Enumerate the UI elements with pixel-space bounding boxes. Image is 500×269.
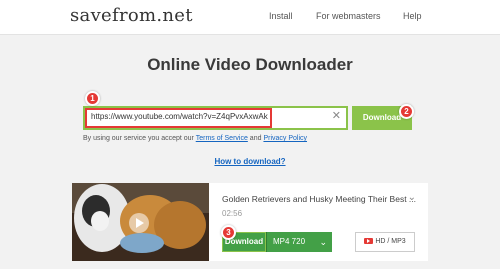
video-title: Golden Retrievers and Husky Meeting Thei… [222,194,417,204]
chevron-down-icon: ⌄ [319,237,327,247]
how-to-download-link[interactable]: How to download? [0,157,500,166]
step-badge-1: 1 [85,91,100,106]
format-value: MP4 720 [273,237,306,246]
terms-prefix: By using our service you accept our [83,135,194,142]
step-badge-3: 3 [221,225,236,240]
hd-mp3-label: HD / MP3 [375,238,406,245]
url-input-container[interactable]: https://www.youtube.com/watch?v=Z4qPvxAx… [83,106,348,130]
video-duration: 02:56 [222,209,243,218]
clear-icon[interactable]: ✕ [332,111,341,122]
nav-help[interactable]: Help [403,11,422,21]
terms-text: By using our service you accept our Term… [83,135,307,142]
chevron-down-icon[interactable]: ⌄ [408,192,416,203]
step-badge-2: 2 [399,104,414,119]
nav-install[interactable]: Install [269,11,293,21]
url-input[interactable]: https://www.youtube.com/watch?v=Z4qPvxAx… [91,112,268,121]
result-card: Golden Retrievers and Husky Meeting Thei… [72,183,428,261]
header: savefrom.net Install For webmasters Help [0,0,500,35]
nav-for-webmasters[interactable]: For webmasters [316,11,381,21]
video-thumbnail[interactable] [72,183,209,261]
page-title: Online Video Downloader [147,55,353,74]
terms-and: and [249,135,262,142]
format-select[interactable]: MP4 720 ⌄ [266,232,332,252]
hd-mp3-button[interactable]: HD / MP3 [355,232,415,252]
terms-of-service-link[interactable]: Terms of Service [196,135,248,142]
logo[interactable]: savefrom.net [70,5,193,26]
youtube-icon [364,238,374,245]
privacy-policy-link[interactable]: Privacy Policy [263,135,307,142]
